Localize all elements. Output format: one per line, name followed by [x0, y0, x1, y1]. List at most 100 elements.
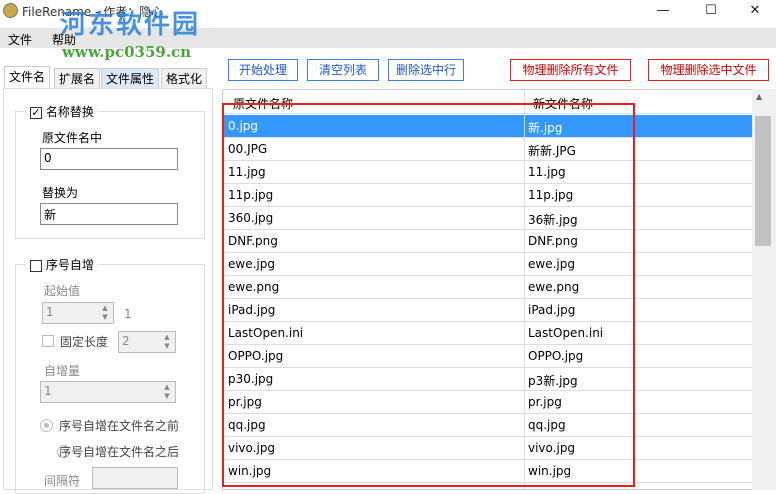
scrollbar-thumb[interactable]: [755, 116, 771, 246]
new-name: 11p.jpg: [528, 188, 574, 202]
start-process-button[interactable]: 开始处理: [228, 59, 298, 81]
increment-spinner[interactable]: 1 ▲ ▼: [40, 381, 176, 403]
new-name: DNF.png: [528, 234, 578, 248]
sequence-checkbox[interactable]: 序号自增: [26, 256, 98, 273]
table-row[interactable]: 00.JPG 新新.JPG: [223, 138, 753, 161]
fixed-length-checkbox[interactable]: [42, 335, 54, 347]
list-header: 原文件名称 新文件名称: [223, 90, 753, 114]
original-name: qq.jpg: [228, 418, 266, 432]
original-name: 11.jpg: [228, 165, 266, 179]
table-row[interactable]: 11.jpg 11.jpg: [223, 161, 753, 184]
column-divider: [524, 90, 525, 489]
scroll-up-icon[interactable]: ▲: [756, 92, 762, 101]
column-original[interactable]: 原文件名称: [233, 95, 293, 112]
name-replace-checkbox[interactable]: ✓ 名称替换: [26, 103, 98, 120]
separator-input[interactable]: [92, 467, 178, 489]
file-list[interactable]: 原文件名称 新文件名称 0.jpg 新.jpg 00.JPG 新新.JPG 11.jpg…: [222, 89, 776, 490]
original-input[interactable]: 0: [40, 148, 178, 170]
before-label: 序号自增在文件名之前: [59, 419, 180, 433]
watermark-url: www.pc0359.cn: [62, 43, 192, 61]
tab-format[interactable]: 格式化: [161, 68, 208, 88]
original-name: win.jpg: [228, 464, 272, 478]
new-name: OPPO.jpg: [528, 349, 584, 363]
original-name: LastOpen.ini: [228, 326, 304, 340]
table-row[interactable]: pr.jpg pr.jpg: [223, 391, 753, 414]
table-row[interactable]: DNF.png DNF.png: [223, 230, 753, 253]
table-row[interactable]: p30.jpg p3新.jpg: [223, 368, 753, 391]
new-name: win.jpg: [528, 464, 572, 478]
delete-selected-row-button[interactable]: 删除选中行: [388, 59, 464, 81]
original-name: 00.JPG: [228, 142, 268, 156]
fixed-length-value: 2: [122, 334, 130, 348]
after-label: 序号自增在文件名之后: [59, 445, 180, 459]
start-spinner[interactable]: 1 ▲ ▼: [42, 302, 114, 324]
original-label: 原文件名中: [42, 131, 103, 145]
before-radio[interactable]: [40, 419, 53, 432]
new-name: ewe.jpg: [528, 257, 575, 271]
table-row[interactable]: win.jpg win.jpg: [223, 460, 753, 483]
table-row[interactable]: ewe.png ewe.png: [223, 276, 753, 299]
original-name: ewe.png: [228, 280, 280, 294]
replace-input[interactable]: 新: [40, 203, 178, 225]
tab-file-attributes[interactable]: 文件属性: [101, 68, 160, 88]
tab-extension[interactable]: 扩展名: [54, 68, 101, 88]
increment-label: 自增量: [44, 364, 81, 378]
filename-panel: ✓ 名称替换 原文件名中 0 替换为 新 序号自增 起始值 1 ▲ ▼ 1 固定长度…: [3, 88, 213, 494]
clear-list-button[interactable]: 清空列表: [307, 59, 379, 81]
spinner-arrows-icon[interactable]: ▲ ▼: [160, 333, 174, 351]
name-replace-label: 名称替换: [45, 105, 94, 119]
start-label: 起始值: [44, 284, 81, 298]
physical-delete-all-button[interactable]: 物理删除所有文件: [510, 59, 631, 81]
physical-delete-selected-button[interactable]: 物理删除选中文件: [648, 59, 769, 81]
new-name: ewe.png: [528, 280, 580, 294]
new-name: 36新.jpg: [528, 213, 578, 227]
sequence-label: 序号自增: [45, 258, 94, 272]
watermark-logo: 河东软件园: [60, 10, 201, 40]
original-name: 11p.jpg: [228, 188, 274, 202]
original-name: ewe.jpg: [228, 257, 275, 271]
spinner-arrows-icon[interactable]: ▲ ▼: [160, 383, 174, 401]
start-value: 1: [46, 305, 54, 319]
increment-value: 1: [44, 384, 52, 398]
checkbox[interactable]: [30, 259, 42, 272]
new-name: p3新.jpg: [528, 374, 578, 388]
app-icon: [3, 3, 18, 18]
original-name: DNF.png: [228, 234, 278, 248]
column-new[interactable]: 新文件名称: [533, 95, 593, 112]
table-row[interactable]: qq.jpg qq.jpg: [223, 414, 753, 437]
table-row[interactable]: 11p.jpg 11p.jpg: [223, 184, 753, 207]
original-name: iPad.jpg: [228, 303, 276, 317]
spinner-arrows-icon[interactable]: ▲ ▼: [98, 304, 112, 322]
table-row[interactable]: 0.jpg 新.jpg: [223, 115, 753, 138]
fixed-length-label: 固定长度: [60, 335, 109, 349]
new-name: LastOpen.ini: [528, 326, 604, 340]
table-row[interactable]: ewe.jpg ewe.jpg: [223, 253, 753, 276]
tab-filename[interactable]: 文件名: [4, 66, 51, 89]
table-row[interactable]: vivo.jpg vivo.jpg: [223, 437, 753, 460]
table-row[interactable]: OPPO.jpg OPPO.jpg: [223, 345, 753, 368]
maximize-button[interactable]: ☐: [688, 0, 734, 24]
table-row[interactable]: 360.jpg 36新.jpg: [223, 207, 753, 230]
fixed-length-spinner[interactable]: 2 ▲ ▼: [118, 331, 176, 353]
close-button[interactable]: ✕: [732, 0, 776, 24]
original-name: 360.jpg: [228, 211, 274, 225]
new-name: 新新.JPG: [528, 144, 576, 158]
new-name: 新.jpg: [528, 121, 563, 135]
new-name: qq.jpg: [528, 418, 566, 432]
new-name: vivo.jpg: [528, 441, 576, 455]
original-name: p30.jpg: [228, 372, 274, 386]
original-name: 0.jpg: [228, 119, 259, 133]
new-name: iPad.jpg: [528, 303, 576, 317]
checkbox[interactable]: ✓: [30, 106, 42, 119]
minimize-button[interactable]: —: [640, 0, 686, 24]
original-name: OPPO.jpg: [228, 349, 284, 363]
original-name: pr.jpg: [228, 395, 262, 409]
menu-file[interactable]: 文件: [8, 31, 32, 48]
start-preview: 1: [124, 307, 132, 321]
table-row[interactable]: LastOpen.ini LastOpen.ini: [223, 322, 753, 345]
table-row[interactable]: iPad.jpg iPad.jpg: [223, 299, 753, 322]
replace-label: 替换为: [42, 186, 79, 200]
separator-label: 间隔符: [44, 474, 81, 488]
original-name: vivo.jpg: [228, 441, 276, 455]
new-name: 11.jpg: [528, 165, 566, 179]
